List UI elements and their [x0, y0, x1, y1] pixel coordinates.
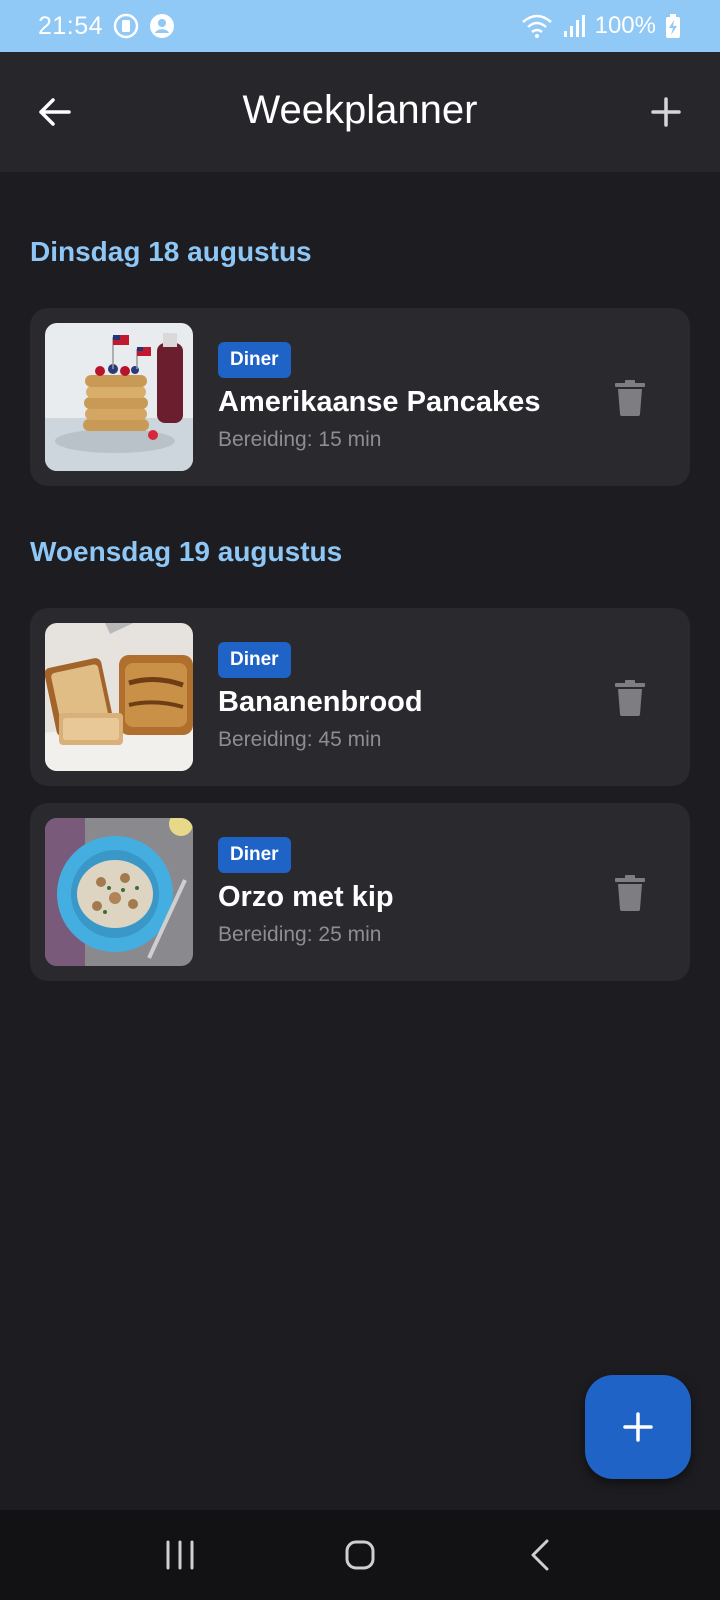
- meal-title: Bananenbrood: [218, 686, 423, 718]
- trash-icon: [615, 875, 645, 911]
- status-time: 21:54: [38, 11, 104, 40]
- delete-button[interactable]: [610, 376, 650, 420]
- page-title: Weekplanner: [242, 88, 478, 132]
- plus-icon: [623, 1412, 653, 1442]
- plus-icon: [651, 97, 681, 127]
- meal-type-badge: Diner: [218, 642, 291, 678]
- meal-card[interactable]: Diner Bananenbrood Bereiding: 45 min: [30, 608, 690, 786]
- wifi-icon: [521, 13, 553, 39]
- sim-icon: [113, 13, 139, 39]
- battery-charging-icon: [666, 14, 680, 38]
- meal-title: Orzo met kip: [218, 881, 394, 913]
- prep-time: Bereiding: 25 min: [218, 923, 382, 946]
- day-heading: Woensdag 19 augustus: [30, 536, 343, 567]
- signal-icon: [563, 14, 585, 38]
- add-button[interactable]: [642, 88, 690, 136]
- back-icon: [531, 1539, 549, 1571]
- status-left: 21:54: [38, 12, 175, 41]
- delete-button[interactable]: [610, 676, 650, 720]
- app-bar: Weekplanner: [0, 52, 720, 172]
- system-nav-bar: [0, 1510, 720, 1600]
- meal-card[interactable]: Diner Orzo met kip Bereiding: 25 min: [30, 803, 690, 981]
- recent-apps-button[interactable]: [150, 1525, 210, 1585]
- day-heading: Dinsdag 18 augustus: [30, 236, 312, 267]
- back-nav-button[interactable]: [510, 1525, 570, 1585]
- delete-button[interactable]: [610, 871, 650, 915]
- meal-image-pancakes: [45, 323, 193, 471]
- home-icon: [345, 1540, 375, 1570]
- meal-type-badge: Diner: [218, 342, 291, 378]
- meal-image-banana-bread: [45, 623, 193, 771]
- add-meal-fab[interactable]: [585, 1375, 691, 1479]
- meal-card[interactable]: Diner Amerikaanse Pancakes Bereiding: 15…: [30, 308, 690, 486]
- recent-apps-icon: [166, 1540, 194, 1570]
- trash-icon: [615, 380, 645, 416]
- battery-level: 100%: [594, 12, 656, 39]
- trash-icon: [615, 680, 645, 716]
- meal-title: Amerikaanse Pancakes: [218, 386, 541, 418]
- home-button[interactable]: [330, 1525, 390, 1585]
- prep-time: Bereiding: 45 min: [218, 728, 382, 751]
- account-icon: [149, 13, 175, 39]
- prep-time: Bereiding: 15 min: [218, 428, 382, 451]
- status-bar: 21:54 100%: [0, 0, 720, 52]
- meal-image-orzo: [45, 818, 193, 966]
- status-right: 100%: [521, 12, 680, 40]
- meal-type-badge: Diner: [218, 837, 291, 873]
